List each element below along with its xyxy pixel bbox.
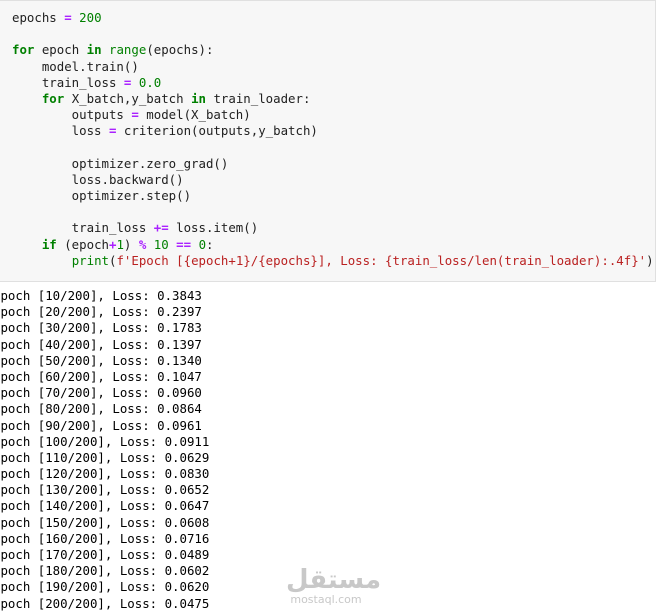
watermark-url: mostaql.com	[290, 593, 362, 606]
output-line: Epoch [20/200], Loss: 0.2397	[0, 304, 202, 320]
output-line: Epoch [110/200], Loss: 0.0629	[0, 449, 210, 465]
code-line: optimizer.zero_grad()	[12, 155, 229, 171]
output-line: Epoch [100/200], Loss: 0.0911	[0, 433, 210, 449]
output-line: Epoch [30/200], Loss: 0.1783	[0, 320, 202, 336]
output-line: Epoch [140/200], Loss: 0.0647	[0, 498, 210, 514]
output-line: Epoch [200/200], Loss: 0.0475	[0, 595, 210, 611]
code-line: loss.backward()	[12, 171, 184, 187]
output-line: Epoch [120/200], Loss: 0.0830	[0, 466, 210, 482]
code-cell[interactable]: epochs = 200 for epoch in range(epochs):…	[0, 0, 656, 282]
watermark-logo: مستقل	[286, 565, 382, 595]
code-line: train_loss += loss.item()	[12, 220, 259, 236]
output-line: Epoch [90/200], Loss: 0.0961	[0, 417, 202, 433]
output-line: Epoch [170/200], Loss: 0.0489	[0, 547, 210, 562]
watermark: مستقل mostaql.com	[286, 565, 382, 606]
code-editor[interactable]: epochs = 200 for epoch in range(epochs):…	[12, 10, 654, 269]
code-line: train_loss = 0.0	[12, 74, 162, 90]
cell-output: Epoch [10/200], Loss: 0.3843 Epoch [20/20…	[0, 288, 209, 612]
output-line: Epoch [80/200], Loss: 0.0864	[0, 401, 202, 417]
output-line: Epoch [180/200], Loss: 0.0602	[0, 563, 210, 579]
code-line: loss = criterion(outputs,y_batch)	[12, 123, 318, 139]
code-line: outputs = model(X_batch)	[12, 107, 251, 123]
code-line: epochs = 200	[12, 10, 102, 25]
code-line: for X_batch,y_batch in train_loader:	[41, 90, 311, 106]
code-line: if (epoch+1) % 10 == 0:	[41, 236, 214, 252]
code-line: print(f'Epoch [{epoch+1}/{epochs}], Loss…	[71, 252, 654, 268]
code-line: for epoch in range(epochs):	[12, 42, 214, 58]
code-line: model.train()	[12, 58, 139, 74]
output-line: Epoch [60/200], Loss: 0.1047	[0, 368, 202, 384]
output-line: Epoch [10/200], Loss: 0.3843	[0, 288, 202, 303]
output-line: Epoch [130/200], Loss: 0.0652	[0, 482, 210, 498]
output-line: Epoch [50/200], Loss: 0.1340	[0, 352, 202, 368]
output-line: Epoch [160/200], Loss: 0.0716	[0, 530, 210, 546]
output-line: Epoch [150/200], Loss: 0.0608	[0, 514, 210, 530]
output-line: Epoch [190/200], Loss: 0.0620	[0, 579, 210, 595]
output-line: Epoch [40/200], Loss: 0.1397	[0, 336, 202, 352]
output-line: Epoch [70/200], Loss: 0.0960	[0, 385, 202, 401]
code-line: optimizer.step()	[12, 188, 192, 204]
